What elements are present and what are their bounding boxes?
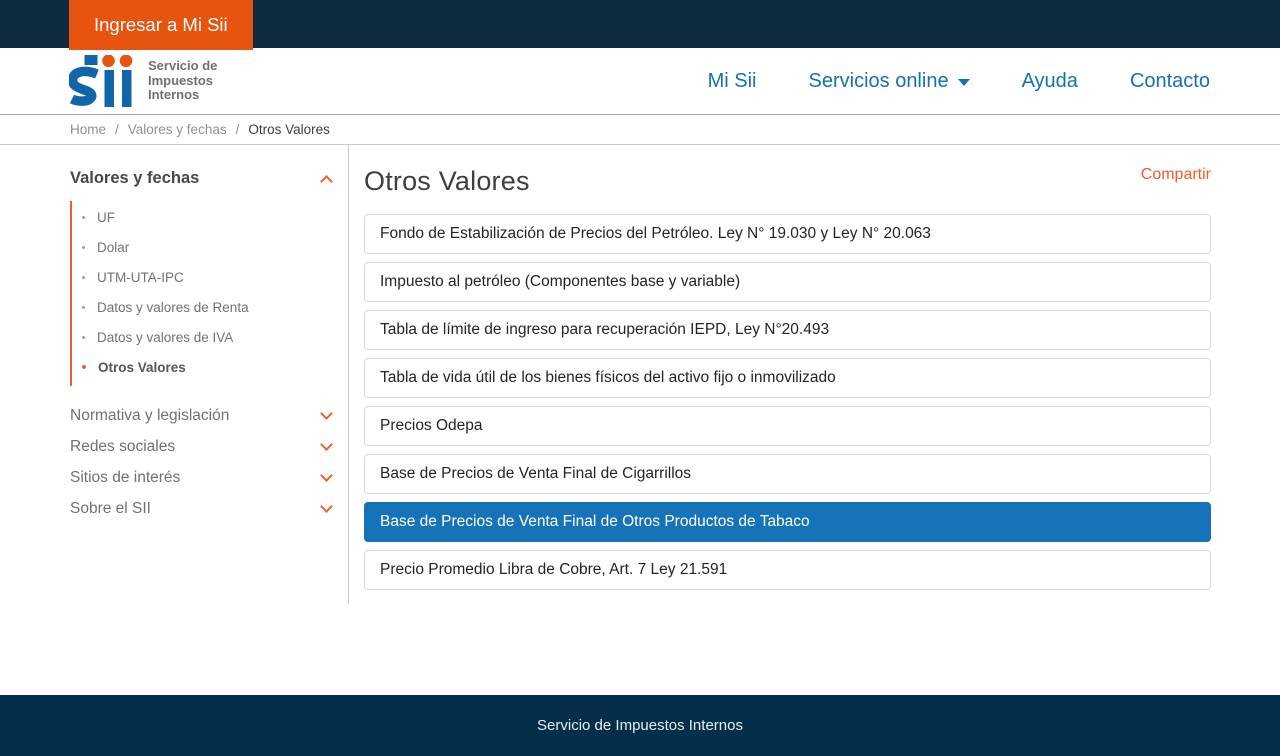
- sidebar-item-label: Datos y valores de IVA: [97, 330, 233, 345]
- sidebar-item-label: Datos y valores de Renta: [97, 300, 249, 315]
- sidebar-section-label: Redes sociales: [70, 438, 175, 456]
- accordion-item-base-precios-cigarrillos[interactable]: Base de Precios de Venta Final de Cigarr…: [364, 454, 1211, 494]
- logo-text-line: Internos: [148, 88, 217, 103]
- nav-label: Mi Sii: [708, 70, 757, 93]
- login-button[interactable]: Ingresar a Mi Sii: [69, 0, 253, 50]
- accordion-item-base-precios-tabaco[interactable]: Base de Precios de Venta Final de Otros …: [364, 502, 1211, 542]
- footer-text: Servicio de Impuestos Internos: [537, 717, 743, 734]
- bullet-icon: [82, 276, 85, 279]
- breadcrumb-current: Otros Valores: [248, 122, 330, 137]
- sidebar-submenu: UF Dolar UTM-UTA-IPC Datos y valores de …: [70, 201, 334, 386]
- bullet-icon: [82, 365, 86, 369]
- sidebar-section-label: Sitios de interés: [70, 469, 180, 487]
- chevron-down-icon: [320, 469, 333, 482]
- share-link[interactable]: Compartir: [1141, 166, 1211, 184]
- nav-ayuda[interactable]: Ayuda: [1022, 70, 1078, 93]
- sidebar-item-label: Otros Valores: [98, 360, 186, 375]
- sidebar-item-label: UTM-UTA-IPC: [97, 270, 184, 285]
- sidebar-section-redes-sociales[interactable]: Redes sociales: [70, 431, 334, 462]
- breadcrumb-separator: /: [236, 122, 240, 137]
- chevron-down-icon: [320, 500, 333, 513]
- content-header: Otros Valores Compartir: [364, 166, 1211, 197]
- accordion-item-precios-odepa[interactable]: Precios Odepa: [364, 406, 1211, 446]
- caret-down-icon: [958, 79, 970, 86]
- chevron-down-icon: [320, 438, 333, 451]
- sidebar-section-label: Sobre el SII: [70, 500, 151, 518]
- sii-logo[interactable]: Servicio de Impuestos Internos: [69, 55, 217, 107]
- accordion-list: Fondo de Estabilización de Precios del P…: [364, 214, 1211, 590]
- nav-contacto[interactable]: Contacto: [1130, 70, 1210, 93]
- logo-text-line: Impuestos: [148, 74, 217, 89]
- sidebar-item-dolar[interactable]: Dolar: [72, 232, 334, 262]
- sidebar-section-label: Valores y fechas: [70, 169, 199, 188]
- sidebar-section-normativa-y-legislacion[interactable]: Normativa y legislación: [70, 400, 334, 431]
- sidebar-section-sobre-el-sii[interactable]: Sobre el SII: [70, 493, 334, 524]
- sidebar-section-label: Normativa y legislación: [70, 407, 229, 425]
- accordion-item-tabla-limite-iepd[interactable]: Tabla de límite de ingreso para recupera…: [364, 310, 1211, 350]
- nav-mi-sii[interactable]: Mi Sii: [708, 70, 757, 93]
- accordion-item-impuesto-petroleo[interactable]: Impuesto al petróleo (Componentes base y…: [364, 262, 1211, 302]
- page: Ingresar a Mi Sii Servicio de Impuestos …: [0, 0, 1280, 756]
- site-header: Servicio de Impuestos Internos Mi Sii Se…: [0, 48, 1280, 115]
- main-content-area: Valores y fechas UF Dolar UTM-UTA-IPC: [0, 145, 1280, 604]
- nav-label: Ayuda: [1022, 70, 1078, 93]
- chevron-up-icon: [320, 175, 333, 188]
- bullet-icon: [82, 336, 85, 339]
- sidebar-item-label: Dolar: [97, 240, 129, 255]
- nav-servicios-online[interactable]: Servicios online: [809, 70, 970, 93]
- nav-label: Servicios online: [809, 70, 949, 93]
- nav-label: Contacto: [1130, 70, 1210, 93]
- logo-text: Servicio de Impuestos Internos: [148, 59, 217, 103]
- sidebar-item-label: UF: [97, 210, 115, 225]
- chevron-down-icon: [320, 407, 333, 420]
- sidebar-item-otros-valores[interactable]: Otros Valores: [72, 352, 334, 382]
- content: Otros Valores Compartir Fondo de Estabil…: [348, 145, 1211, 604]
- sidebar: Valores y fechas UF Dolar UTM-UTA-IPC: [69, 145, 348, 604]
- sidebar-section-valores-y-fechas[interactable]: Valores y fechas: [70, 169, 334, 188]
- bullet-icon: [82, 306, 85, 309]
- topbar: Ingresar a Mi Sii: [0, 0, 1280, 48]
- sidebar-item-utm-uta-ipc[interactable]: UTM-UTA-IPC: [72, 262, 334, 292]
- main-nav: Mi Sii Servicios online Ayuda Contacto: [708, 70, 1210, 93]
- sidebar-item-datos-renta[interactable]: Datos y valores de Renta: [72, 292, 334, 322]
- breadcrumb-valores-y-fechas[interactable]: Valores y fechas: [128, 122, 227, 137]
- accordion-item-precio-cobre[interactable]: Precio Promedio Libra de Cobre, Art. 7 L…: [364, 550, 1211, 590]
- logo-text-line: Servicio de: [148, 59, 217, 74]
- breadcrumb-separator: /: [115, 122, 119, 137]
- page-title: Otros Valores: [364, 166, 530, 197]
- accordion-item-tabla-vida-util[interactable]: Tabla de vida útil de los bienes físicos…: [364, 358, 1211, 398]
- sidebar-section-sitios-de-interes[interactable]: Sitios de interés: [70, 462, 334, 493]
- footer: Servicio de Impuestos Internos: [0, 695, 1280, 756]
- bullet-icon: [82, 246, 85, 249]
- breadcrumb: Home / Valores y fechas / Otros Valores: [0, 115, 1280, 145]
- accordion-item-fondo-estabilizacion[interactable]: Fondo de Estabilización de Precios del P…: [364, 214, 1211, 254]
- sii-logo-icon: [69, 55, 137, 107]
- breadcrumb-home[interactable]: Home: [70, 122, 106, 137]
- sidebar-item-datos-iva[interactable]: Datos y valores de IVA: [72, 322, 334, 352]
- sidebar-item-uf[interactable]: UF: [72, 202, 334, 232]
- bullet-icon: [82, 216, 85, 219]
